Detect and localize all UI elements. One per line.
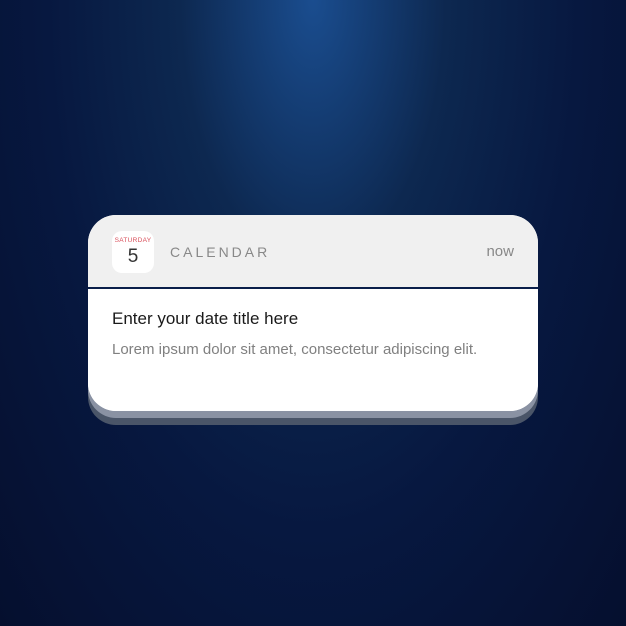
notification-header: Saturday 5 CALENDAR now bbox=[88, 215, 538, 289]
notification-card[interactable]: Saturday 5 CALENDAR now Enter your date … bbox=[88, 215, 538, 412]
notification-container: Saturday 5 CALENDAR now Enter your date … bbox=[88, 215, 538, 412]
event-title: Enter your date title here bbox=[112, 309, 514, 329]
app-name-label: CALENDAR bbox=[170, 244, 486, 260]
date-day-name: Saturday bbox=[115, 238, 152, 245]
notification-body: Enter your date title here Lorem ipsum d… bbox=[88, 289, 538, 412]
calendar-date-icon: Saturday 5 bbox=[112, 231, 154, 273]
date-day-number: 5 bbox=[128, 247, 139, 266]
event-description: Lorem ipsum dolor sit amet, consectetur … bbox=[112, 339, 514, 362]
timestamp-label: now bbox=[486, 243, 514, 260]
